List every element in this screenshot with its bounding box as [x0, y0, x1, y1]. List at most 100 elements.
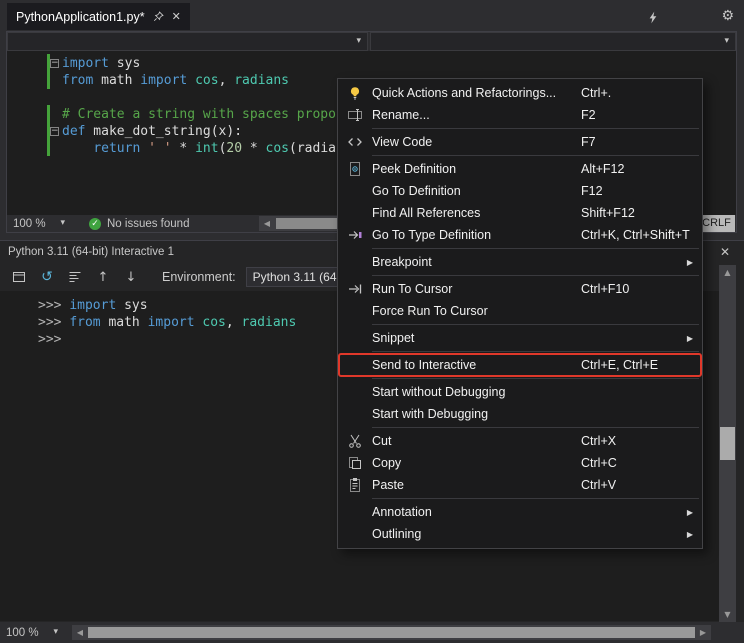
menu-item-go-to-definition[interactable]: Go To Definition F12 [338, 180, 702, 202]
menu-item-label: Paste [372, 478, 404, 492]
menu-item-run-to-cursor[interactable]: Run To Cursor Ctrl+F10 [338, 278, 702, 300]
interactive-vertical-scrollbar[interactable]: ▲ ▼ [719, 265, 736, 622]
menu-item-label: Go To Definition [372, 184, 461, 198]
clear-screen-icon[interactable] [66, 268, 84, 286]
menu-item-shortcut: Ctrl+F10 [581, 282, 629, 296]
menu-item-shortcut: F2 [581, 108, 596, 122]
interactive-zoom-dropdown[interactable]: 100 % ▾ [6, 627, 58, 639]
menu-item-go-to-type-definition[interactable]: Go To Type DefinitionCtrl+K, Ctrl+Shift+… [338, 224, 702, 246]
scroll-left-icon[interactable]: ◀ [259, 216, 275, 231]
menu-item-rename[interactable]: Rename... F2 [338, 104, 702, 126]
menu-separator [372, 128, 699, 129]
interactive-horizontal-scrollbar[interactable]: ◀ ▶ [72, 625, 711, 640]
scroll-right-icon[interactable]: ▶ [695, 625, 711, 640]
scroll-down-icon[interactable]: ▼ [719, 607, 736, 622]
tab-pythonapplication1[interactable]: PythonApplication1.py* ✕ [7, 3, 190, 30]
panel-title: Python 3.11 (64-bit) Interactive 1 [8, 246, 174, 258]
menu-item-snippet[interactable]: Snippet▶ [338, 327, 702, 349]
menu-separator [372, 498, 699, 499]
menu-item-shortcut: Shift+F12 [581, 206, 635, 220]
lightbulb-icon [338, 85, 372, 101]
submenu-arrow-icon: ▶ [687, 334, 693, 343]
peek-definition-icon [338, 161, 372, 177]
menu-separator [372, 378, 699, 379]
submenu-arrow-icon: ▶ [687, 530, 693, 539]
menu-item-label: Annotation [372, 505, 432, 519]
navbar-member-dropdown[interactable]: ▾ [370, 32, 736, 51]
interactive-status-bar: 100 % ▾ ◀ ▶ [0, 622, 744, 643]
menu-item-label: Force Run To Cursor [372, 304, 488, 318]
environment-label: Environment: [162, 270, 236, 284]
menu-item-label: Start without Debugging [372, 385, 505, 399]
menu-separator [372, 351, 699, 352]
scrollbar-thumb[interactable] [88, 627, 695, 638]
close-icon[interactable]: ✕ [720, 245, 730, 259]
go-to-type-definition-icon [338, 227, 372, 243]
lightning-icon[interactable] [648, 11, 658, 29]
menu-item-label: Cut [372, 434, 391, 448]
code-line: import sys [62, 55, 344, 72]
menu-item-shortcut: Alt+F12 [581, 162, 624, 176]
check-icon: ✓ [89, 218, 101, 230]
menu-separator [372, 427, 699, 428]
menu-item-find-all-references[interactable]: Find All ReferencesShift+F12 [338, 202, 702, 224]
menu-item-force-run-to-cursor[interactable]: Force Run To Cursor [338, 300, 702, 322]
menu-separator [372, 248, 699, 249]
scroll-left-icon[interactable]: ◀ [72, 625, 88, 640]
rename-icon [338, 107, 372, 123]
pin-icon[interactable] [153, 11, 164, 22]
code-line [62, 89, 344, 106]
menu-item-outlining[interactable]: Outlining▶ [338, 523, 702, 545]
menu-item-quick-actions-and-refactorings[interactable]: Quick Actions and Refactorings... Ctrl+. [338, 82, 702, 104]
gear-icon[interactable]: ⚙ [721, 8, 734, 24]
menu-item-copy[interactable]: CopyCtrl+C [338, 452, 702, 474]
menu-item-cut[interactable]: Cut Ctrl+X [338, 430, 702, 452]
menu-item-start-with-debugging[interactable]: Start with Debugging [338, 403, 702, 425]
menu-item-peek-definition[interactable]: Peek DefinitionAlt+F12 [338, 158, 702, 180]
eol-indicator[interactable]: CRLF [698, 215, 735, 232]
navigation-bar: ▾ ▾ [7, 32, 736, 51]
menu-item-breakpoint[interactable]: Breakpoint▶ [338, 251, 702, 273]
fold-collapse-icon[interactable]: − [50, 59, 59, 68]
menu-item-shortcut: F7 [581, 135, 596, 149]
menu-item-paste[interactable]: Paste Ctrl+V [338, 474, 702, 496]
menu-item-annotation[interactable]: Annotation▶ [338, 501, 702, 523]
menu-item-label: Start with Debugging [372, 407, 488, 421]
view-code-icon [338, 134, 372, 150]
code-line: >>> import sys [38, 297, 296, 314]
zoom-value: 100 % [13, 218, 46, 230]
menu-item-label: Run To Cursor [372, 282, 452, 296]
reset-icon[interactable]: ↺ [38, 268, 56, 286]
menu-item-shortcut: Ctrl+. [581, 86, 611, 100]
code-line: from math import cos, radians [62, 72, 344, 89]
menu-item-shortcut: Ctrl+X [581, 434, 616, 448]
scroll-up-icon[interactable]: ▲ [719, 265, 736, 280]
tab-title: PythonApplication1.py* [16, 10, 145, 24]
issues-text: No issues found [107, 218, 189, 230]
menu-item-label: Rename... [372, 108, 430, 122]
fold-collapse-icon[interactable]: − [50, 127, 59, 136]
chevron-down-icon: ▾ [60, 219, 65, 228]
menu-item-send-to-interactive[interactable]: Send to InteractiveCtrl+E, Ctrl+E [338, 354, 702, 376]
scrollbar-thumb[interactable] [720, 427, 735, 460]
history-previous-icon[interactable]: ↑ [94, 268, 112, 286]
menu-item-label: Quick Actions and Refactorings... [372, 86, 556, 100]
cut-icon [338, 433, 372, 449]
issues-indicator[interactable]: ✓ No issues found [89, 218, 189, 230]
context-menu: Quick Actions and Refactorings... Ctrl+. R… [337, 78, 703, 549]
menu-item-shortcut: Ctrl+V [581, 478, 616, 492]
menu-item-view-code[interactable]: View CodeF7 [338, 131, 702, 153]
menu-item-shortcut: Ctrl+E, Ctrl+E [581, 358, 658, 372]
code-line: >>> from math import cos, radians [38, 314, 296, 331]
copy-icon [338, 455, 372, 471]
menu-item-label: Go To Type Definition [372, 228, 491, 242]
close-icon[interactable]: ✕ [172, 10, 181, 23]
menu-item-start-without-debugging[interactable]: Start without Debugging [338, 381, 702, 403]
menu-item-shortcut: F12 [581, 184, 603, 198]
editor-zoom-dropdown[interactable]: 100 % ▾ [13, 218, 65, 230]
interactive-window-icon[interactable] [10, 268, 28, 286]
navbar-project-dropdown[interactable]: ▾ [7, 32, 368, 51]
code-line: # Create a string with spaces propor [62, 106, 344, 123]
chevron-down-icon: ▾ [724, 37, 729, 46]
history-next-icon[interactable]: ↓ [122, 268, 140, 286]
